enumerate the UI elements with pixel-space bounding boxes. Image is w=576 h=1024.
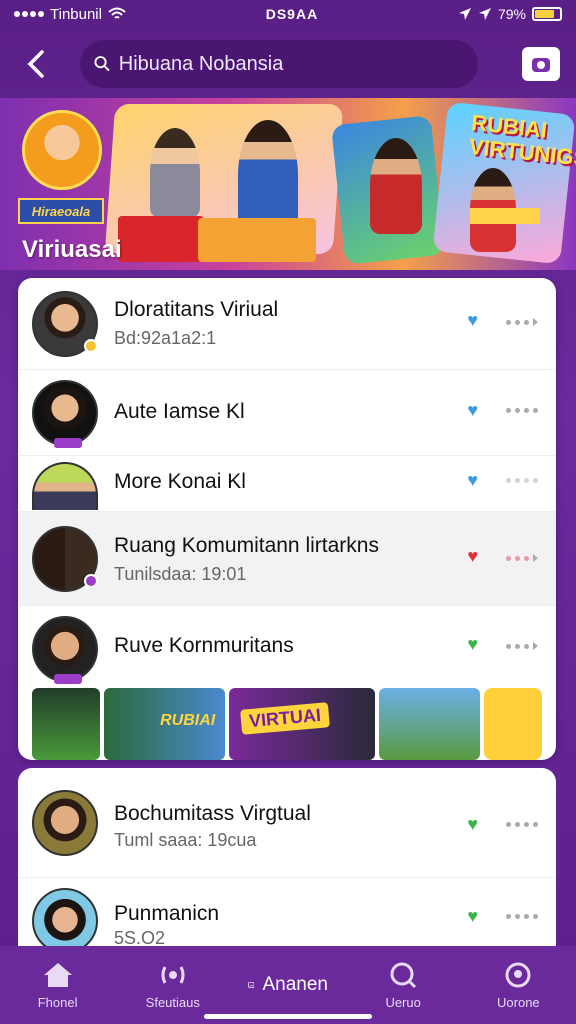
- item-title: Bochumitass Virgtual: [114, 802, 311, 825]
- banner-sign: [470, 208, 540, 224]
- banner-host-avatar: [22, 110, 102, 190]
- avatar: [32, 888, 98, 954]
- banner-desk: [118, 216, 204, 262]
- avatar: [32, 380, 98, 448]
- camera-button[interactable]: [522, 47, 560, 81]
- more-icon[interactable]: [506, 554, 538, 562]
- profile-icon: [505, 962, 531, 987]
- heart-icon[interactable]: ♥: [467, 400, 478, 421]
- status-left: Tinbunil: [14, 6, 126, 23]
- banner-title: Viriuasai: [22, 236, 122, 263]
- item-title: More Konai Kl: [114, 470, 246, 493]
- more-icon[interactable]: [506, 822, 538, 827]
- status-time: DS9AA: [265, 6, 319, 22]
- item-title: Ruang Komumitann lirtarkns: [114, 534, 379, 557]
- camera-icon: [532, 58, 550, 72]
- nav-home[interactable]: Fhonel: [18, 961, 98, 1010]
- banner-character: [238, 120, 298, 230]
- nav-stations-label: Sfeutiaus: [145, 994, 200, 1010]
- promo-tile[interactable]: RUBIAI: [104, 688, 225, 760]
- nav-stations[interactable]: Sfeutiaus: [133, 961, 213, 1010]
- promo-tile[interactable]: [483, 688, 542, 760]
- list-item[interactable]: More Konai Kl ♥: [18, 456, 556, 512]
- promo-label: VIRTUAI: [239, 702, 330, 735]
- banner-character: [150, 128, 200, 218]
- promo-tile[interactable]: [378, 688, 480, 760]
- search-input[interactable]: [118, 52, 464, 76]
- heart-icon[interactable]: ♥: [467, 546, 478, 567]
- chat-square-icon: [248, 981, 255, 989]
- heart-icon[interactable]: ♥: [467, 634, 478, 655]
- item-title: Aute Iamse Kl: [114, 400, 245, 423]
- banner-poster-title: RUBIAI VIRTUNIGS: [467, 109, 576, 172]
- status-dot: [84, 574, 98, 588]
- search-bar[interactable]: [80, 40, 478, 88]
- more-icon[interactable]: [506, 478, 538, 483]
- status-dot: [84, 339, 98, 353]
- promo-tile[interactable]: VIRTUAI: [228, 688, 375, 760]
- avatar: [32, 526, 98, 592]
- location-arrow-icon: [478, 8, 491, 20]
- item-subtitle: Bd:92a1a2:1: [114, 328, 217, 348]
- item-title: Dloratitans Viriual: [114, 298, 279, 321]
- community-list: Dloratitans Viriual Bd:92a1a2:1 ♥ Aute I…: [18, 278, 556, 760]
- avatar-tag: [54, 438, 82, 448]
- item-subtitle: Tunilsdaa: 19:01: [114, 564, 247, 584]
- battery-icon: [531, 7, 562, 21]
- carrier-name: Tinbunil: [50, 5, 102, 23]
- search-circle-icon: [390, 962, 417, 988]
- home-indicator[interactable]: [204, 1014, 372, 1019]
- status-right: 79%: [458, 6, 562, 22]
- promo-strip[interactable]: RUBIAI VIRTUAI: [32, 688, 542, 760]
- item-title: Ruve Kornmuritans: [114, 634, 294, 657]
- list-item[interactable]: Dloratitans Viriual Bd:92a1a2:1 ♥: [18, 278, 556, 370]
- nav-center[interactable]: Ananen: [248, 973, 328, 997]
- more-icon[interactable]: [506, 642, 538, 650]
- more-icon[interactable]: [506, 318, 538, 326]
- search-icon: [94, 56, 110, 72]
- item-title: Punmanicn: [114, 902, 220, 925]
- home-icon: [43, 962, 72, 987]
- community-list-more: Bochumitass Virgtual Tuml saaa: 19cua ♥ …: [18, 768, 556, 958]
- promo-label: RUBIAI: [160, 712, 216, 729]
- signal-dots-icon: [14, 11, 44, 17]
- nav-group-label: Ueruo: [385, 994, 421, 1010]
- broadcast-icon: [161, 965, 185, 984]
- banner-character: [370, 138, 422, 234]
- nav-group[interactable]: Ueruo: [363, 961, 443, 1010]
- list-item[interactable]: Bochumitass Virgtual Tuml saaa: 19cua ♥: [18, 768, 556, 878]
- list-item[interactable]: Ruang Komumitann lirtarkns Tunilsdaa: 19…: [18, 512, 556, 606]
- back-button[interactable]: [16, 44, 56, 84]
- nav-profile-label: Uorone: [497, 994, 540, 1010]
- chevron-left-icon: [27, 50, 44, 78]
- list-item[interactable]: Aute Iamse Kl ♥: [18, 370, 556, 456]
- banner-desk: [198, 218, 316, 262]
- avatar: [32, 291, 98, 357]
- item-subtitle: Tuml saaa: 19cua: [114, 830, 257, 850]
- status-bar: Tinbunil DS9AA 79%: [0, 0, 576, 28]
- nav-profile[interactable]: Uorone: [478, 961, 558, 1010]
- avatar: [32, 462, 98, 510]
- nav-center-label: Ananen: [262, 974, 328, 995]
- list-item[interactable]: Ruve Kornmuritans ♥: [18, 606, 556, 688]
- more-icon[interactable]: [506, 914, 538, 919]
- battery-percent: 79%: [497, 6, 526, 22]
- battery-fill: [534, 10, 554, 18]
- heart-icon[interactable]: ♥: [467, 906, 478, 927]
- location-icon: [458, 8, 471, 20]
- avatar-tag: [54, 674, 82, 684]
- heart-icon[interactable]: ♥: [467, 310, 478, 331]
- avatar: [32, 616, 98, 684]
- more-icon[interactable]: [506, 408, 538, 413]
- promo-tile[interactable]: [32, 688, 101, 760]
- header: [0, 34, 576, 94]
- heart-icon[interactable]: ♥: [467, 814, 478, 835]
- banner-badge: Hiraeoala: [18, 198, 104, 224]
- avatar: [32, 790, 98, 856]
- bottom-nav: Fhonel Sfeutiaus Ananen Ueruo Uorone: [0, 946, 576, 1024]
- wifi-icon: [108, 7, 126, 19]
- heart-icon[interactable]: ♥: [467, 470, 478, 491]
- nav-home-label: Fhonel: [37, 994, 78, 1010]
